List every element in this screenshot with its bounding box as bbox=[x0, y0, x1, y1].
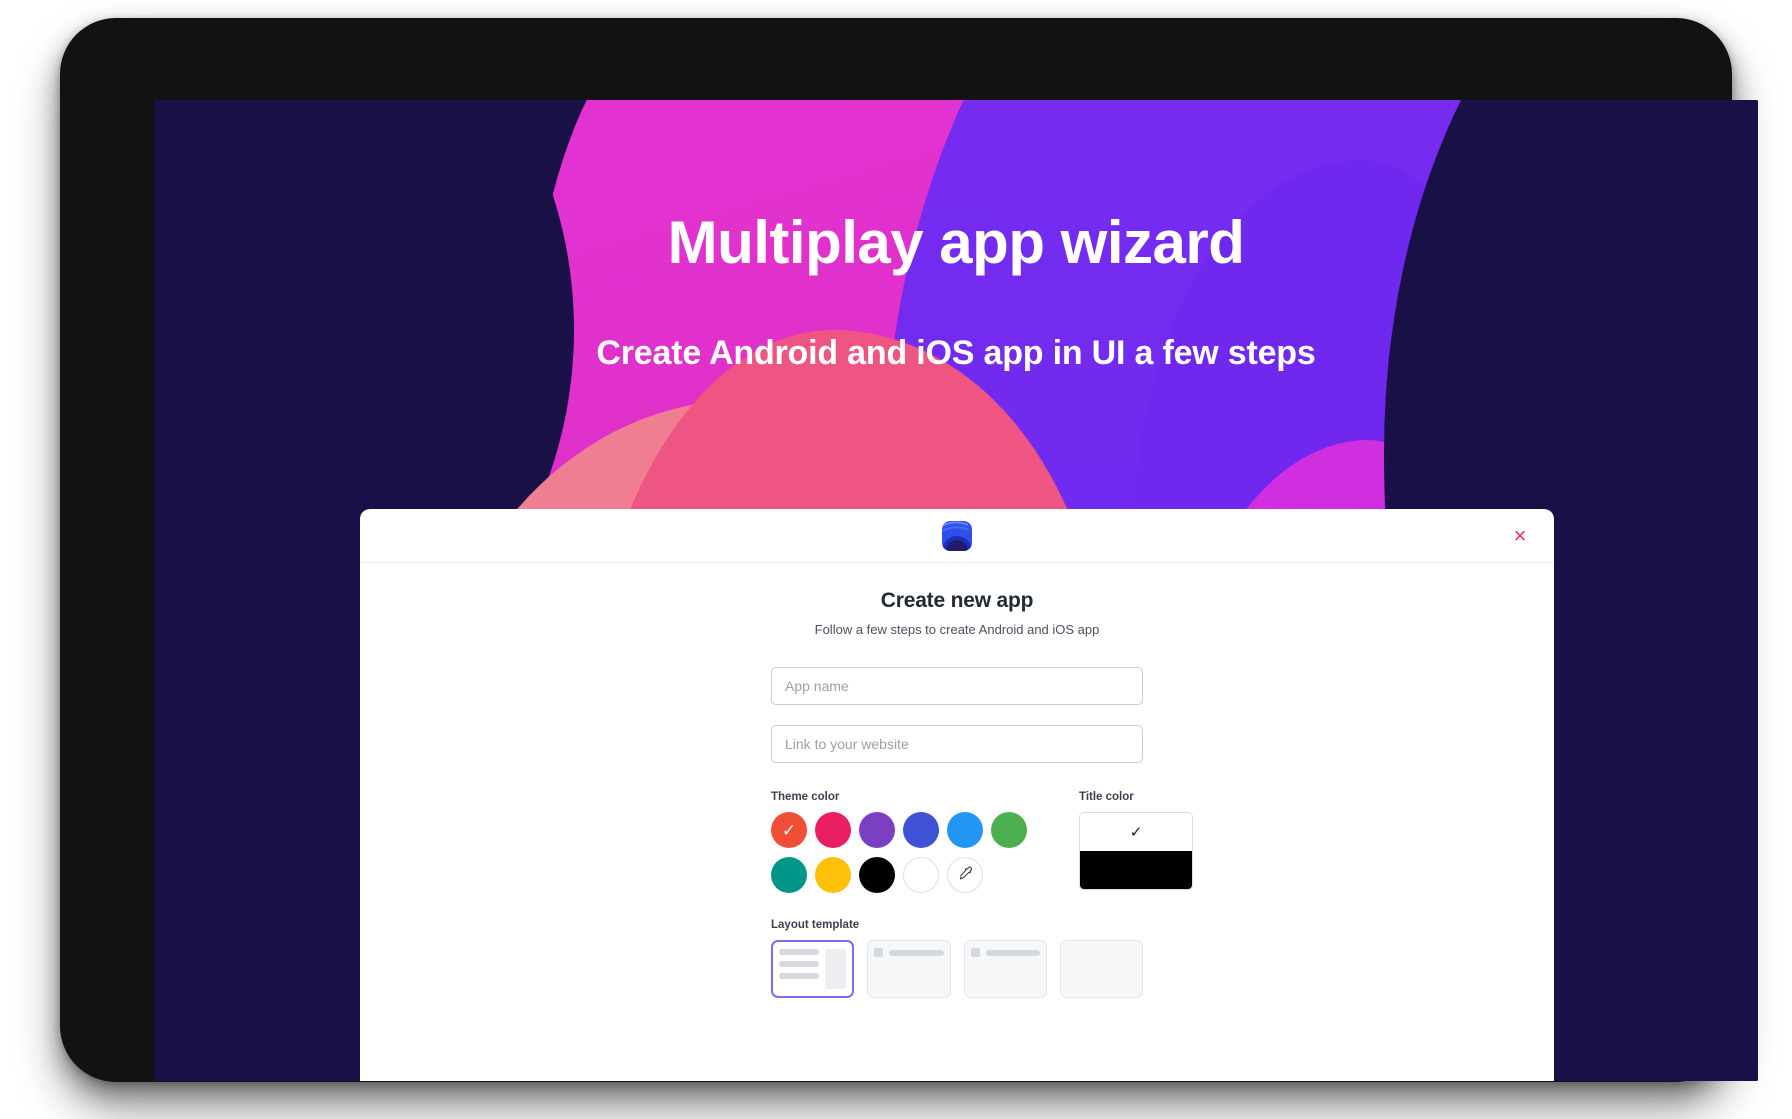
hero-section: Multiplay app wizard Create Android and … bbox=[154, 100, 1758, 373]
theme-swatch-red-orange[interactable]: ✓ bbox=[771, 812, 807, 848]
theme-swatch-amber[interactable] bbox=[815, 857, 851, 893]
app-name-input[interactable] bbox=[771, 667, 1143, 705]
theme-swatch-green[interactable] bbox=[991, 812, 1027, 848]
check-icon: ✓ bbox=[781, 820, 797, 840]
layout-template-split-list[interactable] bbox=[771, 940, 855, 998]
modal-body: Create new app Follow a few steps to cre… bbox=[360, 563, 1554, 998]
layout-template-header-bar[interactable] bbox=[867, 940, 951, 998]
theme-swatch-indigo-blue[interactable] bbox=[903, 812, 939, 848]
modal-header: × bbox=[360, 509, 1554, 563]
layout-template-label: Layout template bbox=[771, 919, 860, 931]
modal-title: Create new app bbox=[880, 589, 1034, 612]
theme-color-label: Theme color bbox=[771, 791, 840, 803]
theme-color-section: Theme color ✓ bbox=[771, 791, 1027, 893]
theme-swatch-black[interactable] bbox=[859, 857, 895, 893]
title-color-section: Title color ✓ bbox=[1079, 791, 1193, 890]
check-icon: ✓ bbox=[1129, 823, 1143, 841]
device-frame: Multiplay app wizard Create Android and … bbox=[60, 18, 1758, 1082]
layout-template-grid bbox=[771, 940, 1143, 998]
theme-swatch-white[interactable] bbox=[903, 857, 939, 893]
theme-swatch-blue[interactable] bbox=[947, 812, 983, 848]
website-link-input[interactable] bbox=[771, 725, 1143, 763]
theme-swatch-custom-picker[interactable] bbox=[947, 857, 983, 893]
title-color-options: ✓ bbox=[1079, 812, 1193, 890]
title-color-black[interactable] bbox=[1080, 851, 1192, 889]
theme-swatch-teal[interactable] bbox=[771, 857, 807, 893]
app-logo-icon bbox=[942, 520, 972, 551]
page-title: Multiplay app wizard bbox=[667, 209, 1245, 276]
create-app-modal: × Create new app Follow a few steps to c… bbox=[360, 509, 1554, 1081]
layout-template-section: Layout template bbox=[771, 919, 1143, 998]
create-app-form: Theme color ✓ bbox=[771, 667, 1193, 998]
eyedropper-icon bbox=[958, 866, 973, 884]
page-subtitle: Create Android and iOS app in UI a few s… bbox=[596, 334, 1316, 372]
screenshot-root: Multiplay app wizard Create Android and … bbox=[0, 0, 1792, 1119]
modal-subtitle: Follow a few steps to create Android and… bbox=[814, 622, 1100, 637]
theme-color-swatches: ✓ bbox=[771, 812, 1027, 893]
colors-row: Theme color ✓ Title color ✓ bbox=[771, 791, 1193, 893]
device-screen: Multiplay app wizard Create Android and … bbox=[154, 100, 1758, 1081]
theme-swatch-crimson-pink[interactable] bbox=[815, 812, 851, 848]
theme-swatch-purple[interactable] bbox=[859, 812, 895, 848]
layout-template-blank[interactable] bbox=[1059, 940, 1143, 998]
layout-template-header-bar-alt[interactable] bbox=[963, 940, 1047, 998]
title-color-label: Title color bbox=[1079, 791, 1134, 803]
close-icon[interactable]: × bbox=[1508, 524, 1532, 548]
title-color-white[interactable]: ✓ bbox=[1080, 813, 1192, 851]
